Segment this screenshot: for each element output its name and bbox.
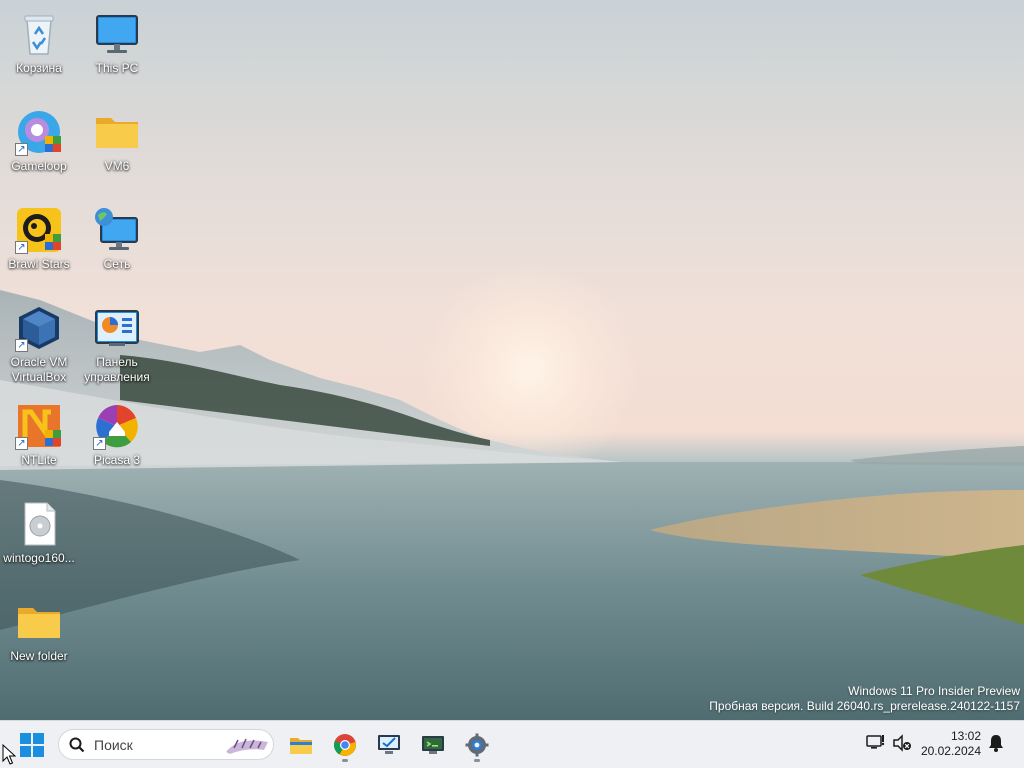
desktop-icon-network[interactable]: Сеть [75, 200, 159, 288]
control-panel-icon [93, 304, 141, 352]
tray-time: 13:02 [950, 729, 981, 743]
search-placeholder: Поиск [94, 737, 133, 753]
gameloop-icon: ↗ [15, 108, 63, 156]
virtualbox-icon: ↗ [15, 304, 63, 352]
gear-icon [465, 733, 489, 757]
desktop-icon-ntlite[interactable]: ↗ NTLite [0, 396, 81, 484]
search-highlight-icon [226, 738, 268, 754]
tray-date: 20.02.2024 [920, 744, 981, 758]
start-button[interactable] [14, 727, 50, 763]
disc-image-file-icon [15, 500, 63, 548]
search-icon [69, 737, 85, 753]
picasa-icon: ↗ [93, 402, 141, 450]
folder-icon [15, 598, 63, 646]
desktop-icon-picasa[interactable]: ↗ Picasa 3 [75, 396, 159, 484]
taskbar-app-file-explorer[interactable] [283, 727, 319, 763]
taskbar-app-settings[interactable] [459, 727, 495, 763]
running-indicator [474, 759, 480, 762]
shortcut-arrow-icon: ↗ [15, 339, 28, 352]
shortcut-arrow-icon: ↗ [15, 143, 28, 156]
network-icon [93, 206, 141, 254]
monitor-terminal-icon [422, 736, 444, 754]
mouse-cursor-icon [2, 744, 16, 765]
taskbar-app-task-manager[interactable] [415, 727, 451, 763]
desktop[interactable]: Корзина This PC ↗ Gameloop VM6 ↗ Brawl S… [0, 0, 1024, 720]
taskbar: Поиск 13:02 20.02.2024 [0, 720, 1024, 768]
desktop-icon-recycle-bin[interactable]: Корзина [0, 4, 81, 92]
chrome-icon [334, 734, 356, 756]
desktop-icon-gameloop[interactable]: ↗ Gameloop [0, 102, 81, 190]
shortcut-arrow-icon: ↗ [15, 241, 28, 254]
tray-volume-button[interactable] [886, 727, 922, 763]
notifications-button[interactable] [980, 727, 1016, 763]
folder-icon [93, 108, 141, 156]
desktop-icon-new-folder[interactable]: New folder [0, 592, 81, 680]
bell-icon [989, 735, 1003, 752]
tray-clock[interactable]: 13:02 20.02.2024 [921, 729, 981, 759]
windows-build-watermark: Windows 11 Pro Insider Preview Пробная в… [709, 684, 1020, 713]
speaker-muted-icon [893, 734, 911, 752]
network-disconnected-icon [866, 735, 885, 749]
taskbar-app-system-tool[interactable] [371, 727, 407, 763]
recycle-bin-icon [15, 10, 63, 58]
windows-logo-icon [20, 733, 44, 757]
desktop-icon-control-panel[interactable]: Панель управления [75, 298, 159, 386]
monitor-check-icon [378, 735, 400, 754]
desktop-icon-this-pc[interactable]: This PC [75, 4, 159, 92]
monitor-icon [93, 10, 141, 58]
desktop-icon-wintogo[interactable]: wintogo160... [0, 494, 81, 582]
folder-icon [290, 738, 312, 754]
running-indicator [342, 759, 348, 762]
brawl-stars-icon: ↗ [15, 206, 63, 254]
desktop-icon-brawl-stars[interactable]: ↗ Brawl Stars [0, 200, 81, 288]
ntlite-icon: ↗ [15, 402, 63, 450]
taskbar-app-chrome[interactable] [327, 727, 363, 763]
shortcut-arrow-icon: ↗ [15, 437, 28, 450]
taskbar-search-box[interactable]: Поиск [58, 729, 274, 760]
desktop-icon-vm6[interactable]: VM6 [75, 102, 159, 190]
shortcut-arrow-icon: ↗ [93, 437, 106, 450]
desktop-icon-virtualbox[interactable]: ↗ Oracle VM VirtualBox [0, 298, 81, 386]
